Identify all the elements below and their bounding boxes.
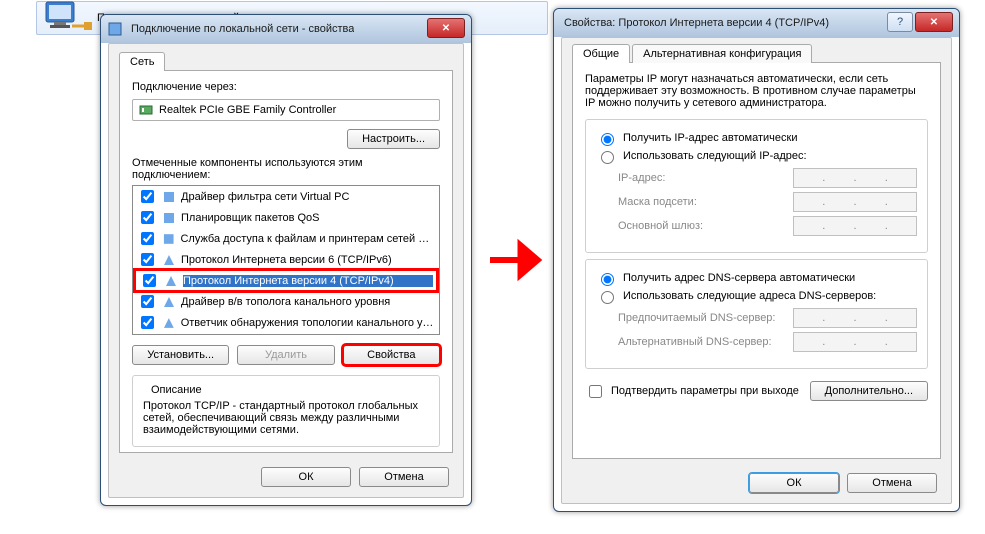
components-list[interactable]: Драйвер фильтра сети Virtual PC Планиров… bbox=[132, 185, 440, 335]
cancel-button[interactable]: Отмена bbox=[359, 467, 449, 487]
item-checkbox[interactable] bbox=[141, 316, 154, 329]
list-item[interactable]: Драйвер фильтра сети Virtual PC bbox=[133, 186, 439, 207]
tab-general[interactable]: Общие bbox=[572, 44, 630, 63]
list-item[interactable]: Служба доступа к файлам и принтерам сете… bbox=[133, 228, 439, 249]
ipv4-icon bbox=[164, 274, 178, 288]
ipv4-properties-dialog: Свойства: Протокол Интернета версии 4 (T… bbox=[553, 8, 960, 512]
item-checkbox[interactable] bbox=[143, 274, 156, 287]
close-button[interactable]: ✕ bbox=[915, 12, 953, 32]
adapter-field[interactable]: Realtek PCIe GBE Family Controller bbox=[132, 99, 440, 121]
help-text: Параметры IP могут назначаться автоматич… bbox=[585, 73, 928, 109]
connect-via-label: Подключение через: bbox=[132, 81, 440, 93]
properties-icon bbox=[107, 21, 123, 37]
adapter-name: Realtek PCIe GBE Family Controller bbox=[159, 104, 336, 116]
ipv6-icon bbox=[162, 253, 176, 267]
lltd-driver-icon bbox=[162, 295, 176, 309]
dns-auto-radio[interactable] bbox=[601, 273, 614, 286]
qos-icon bbox=[162, 211, 176, 225]
ip-manual-label: Использовать следующий IP-адрес: bbox=[623, 150, 807, 162]
item-checkbox[interactable] bbox=[141, 295, 154, 308]
ip-address-input: ... bbox=[793, 168, 917, 188]
network-adapter-icon bbox=[42, 0, 92, 40]
dns-manual-label: Использовать следующие адреса DNS-сервер… bbox=[623, 290, 876, 302]
item-checkbox[interactable] bbox=[141, 211, 154, 224]
description-text: Протокол TCP/IP - стандартный протокол г… bbox=[143, 400, 429, 436]
confirm-on-exit-checkbox[interactable] bbox=[589, 385, 602, 398]
item-checkbox[interactable] bbox=[141, 190, 154, 203]
install-button[interactable]: Установить... bbox=[132, 345, 229, 365]
list-item[interactable]: Драйвер в/в тополога канального уровня bbox=[133, 291, 439, 312]
close-button[interactable]: ✕ bbox=[427, 18, 465, 38]
subnet-mask-input: ... bbox=[793, 192, 917, 212]
list-item-ipv4[interactable]: Протокол Интернета версии 4 (TCP/IPv4) bbox=[135, 270, 437, 291]
dns-auto-label: Получить адрес DNS-сервера автоматически bbox=[623, 272, 855, 284]
properties-button[interactable]: Свойства bbox=[343, 345, 440, 365]
tab-alt-config[interactable]: Альтернативная конфигурация bbox=[632, 44, 812, 63]
list-item[interactable]: Планировщик пакетов QoS bbox=[133, 207, 439, 228]
cancel-button[interactable]: Отмена bbox=[847, 473, 937, 493]
remove-button: Удалить bbox=[237, 345, 334, 365]
item-checkbox[interactable] bbox=[141, 253, 154, 266]
connection-properties-dialog: Подключение по локальной сети - свойства… bbox=[100, 14, 472, 506]
ip-auto-label: Получить IP-адрес автоматически bbox=[623, 132, 797, 144]
nic-icon bbox=[139, 103, 153, 117]
dialog2-title: Свойства: Протокол Интернета версии 4 (T… bbox=[564, 17, 829, 29]
file-share-icon bbox=[162, 232, 175, 246]
dialog1-title: Подключение по локальной сети - свойства bbox=[131, 23, 354, 35]
ip-manual-radio[interactable] bbox=[601, 151, 614, 164]
description-heading: Описание bbox=[147, 384, 206, 396]
filter-driver-icon bbox=[162, 190, 176, 204]
dns-manual-radio[interactable] bbox=[601, 291, 614, 304]
item-checkbox[interactable] bbox=[141, 232, 154, 245]
dns-preferred-input: ... bbox=[793, 308, 917, 328]
ok-button[interactable]: ОК bbox=[261, 467, 351, 487]
list-item[interactable]: Протокол Интернета версии 6 (TCP/IPv6) bbox=[133, 249, 439, 270]
ok-button[interactable]: ОК bbox=[749, 473, 839, 493]
configure-button[interactable]: Настроить... bbox=[347, 129, 440, 149]
dns-alt-label: Альтернативный DNS-сервер: bbox=[618, 336, 793, 348]
list-item[interactable]: Ответчик обнаружения топологии канальног… bbox=[133, 312, 439, 333]
components-label: Отмеченные компоненты используются этим … bbox=[132, 157, 440, 181]
gateway-label: Основной шлюз: bbox=[618, 220, 793, 232]
ip-address-label: IP-адрес: bbox=[618, 172, 793, 184]
lltd-responder-icon bbox=[162, 316, 176, 330]
help-button[interactable]: ? bbox=[887, 12, 913, 32]
dns-alt-input: ... bbox=[793, 332, 917, 352]
advanced-button[interactable]: Дополнительно... bbox=[810, 381, 928, 401]
arrow-annotation bbox=[485, 230, 545, 293]
dns-preferred-label: Предпочитаемый DNS-сервер: bbox=[618, 312, 793, 324]
tab-network[interactable]: Сеть bbox=[119, 52, 165, 71]
gateway-input: ... bbox=[793, 216, 917, 236]
subnet-mask-label: Маска подсети: bbox=[618, 196, 793, 208]
ip-auto-radio[interactable] bbox=[601, 133, 614, 146]
confirm-on-exit-label: Подтвердить параметры при выходе bbox=[611, 385, 799, 397]
